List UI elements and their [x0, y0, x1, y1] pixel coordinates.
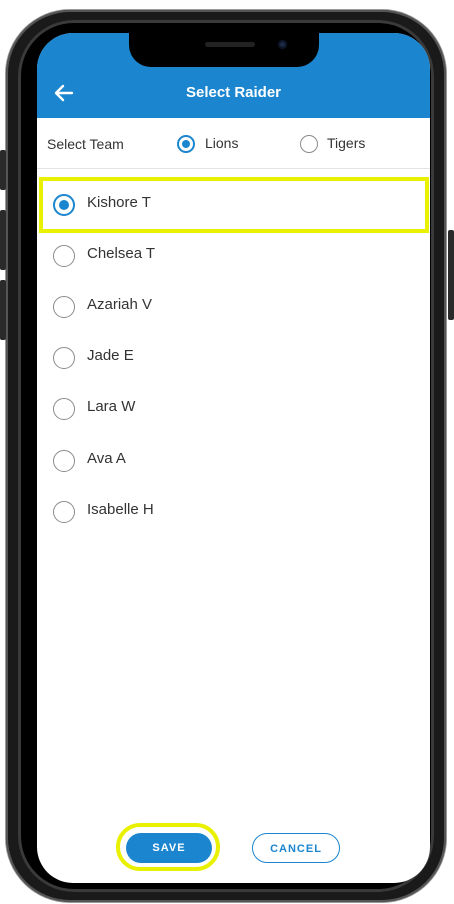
list-item[interactable]: Ava A [39, 435, 428, 485]
player-name: Kishore T [87, 194, 151, 211]
list-item[interactable]: Azariah V [39, 281, 428, 331]
page-title: Select Raider [185, 84, 282, 101]
radio-button[interactable] [53, 194, 75, 216]
radio-button[interactable] [53, 398, 75, 420]
team-selector: Select Team Lions Tigers [37, 118, 430, 169]
player-name: Jade E [87, 347, 134, 364]
speaker-grille [205, 42, 255, 47]
list-item[interactable]: Isabelle H [39, 486, 428, 536]
save-button[interactable]: SAVE [126, 833, 212, 863]
list-item[interactable]: Lara W [39, 383, 428, 433]
player-name: Ava A [87, 450, 126, 467]
cancel-button[interactable]: CANCEL [252, 833, 340, 863]
side-button [0, 280, 6, 340]
player-name: Azariah V [87, 296, 153, 313]
side-button [0, 150, 6, 190]
radio-button[interactable] [53, 296, 75, 318]
team-option-tigers[interactable]: Tigers [327, 135, 365, 151]
phone-notch [129, 33, 319, 67]
list-item[interactable]: Jade E [39, 332, 428, 382]
player-name: Chelsea T [87, 245, 156, 262]
side-button [0, 210, 6, 270]
list-item[interactable]: Chelsea T [39, 230, 428, 280]
team-label: Select Team [47, 136, 124, 152]
radio-button[interactable] [53, 245, 75, 267]
radio-button[interactable] [53, 501, 75, 523]
radio-button[interactable] [53, 347, 75, 369]
radio-lions[interactable] [177, 135, 195, 153]
player-name: Lara W [87, 398, 136, 415]
player-name: Isabelle H [87, 501, 154, 518]
screen: Select Raider Select Team Lions Tigers K… [37, 33, 430, 883]
team-option-lions[interactable]: Lions [205, 135, 238, 151]
radio-tigers[interactable] [300, 135, 318, 153]
front-camera-icon [278, 40, 287, 49]
side-button [448, 230, 454, 320]
radio-button[interactable] [53, 450, 75, 472]
list-item[interactable]: Kishore T [39, 177, 429, 233]
